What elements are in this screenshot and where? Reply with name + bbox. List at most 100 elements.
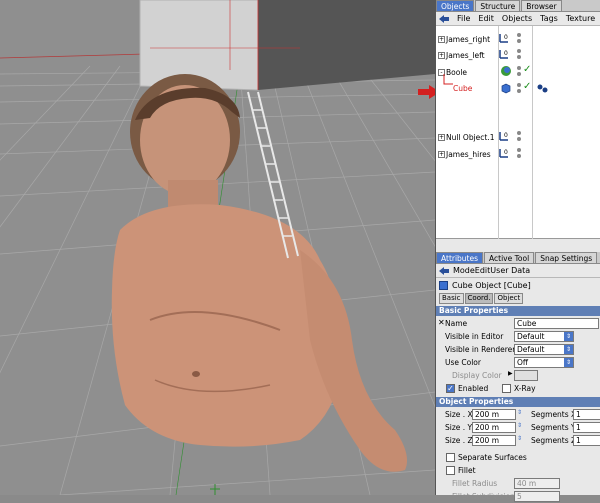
select-value: Default bbox=[517, 345, 545, 354]
axis-null-icon[interactable]: 0 bbox=[498, 32, 510, 44]
visibility-dots[interactable] bbox=[517, 131, 521, 143]
expand-toggle[interactable]: + bbox=[438, 133, 445, 141]
use-color-select[interactable]: Off ⇕ bbox=[514, 357, 574, 368]
stepper-icon[interactable]: ⇕ bbox=[517, 409, 522, 416]
fillet-subdivision-field[interactable]: 5 bbox=[514, 491, 560, 502]
cube-icon[interactable] bbox=[500, 82, 512, 94]
menu-edit[interactable]: Edit bbox=[475, 266, 491, 275]
viewport-3d[interactable] bbox=[0, 0, 435, 495]
fillet-subdivision-row: Fillet Subdivision 5 bbox=[436, 490, 600, 503]
fillet-row: Fillet bbox=[436, 464, 600, 477]
basic-properties-header: Basic Properties bbox=[436, 306, 600, 316]
size-y-field[interactable]: 200 m bbox=[472, 422, 516, 433]
size-y-label: Size . Y bbox=[445, 423, 473, 432]
size-z-row: Size . Z 200 m ⇕ Segments Z 1 bbox=[436, 434, 600, 447]
app-window: Objects Structure Browser File Edit Obje… bbox=[0, 0, 600, 502]
menu-file[interactable]: File bbox=[453, 12, 474, 26]
menu-tags[interactable]: Tags bbox=[536, 12, 562, 26]
object-list[interactable]: + James_right 0 + James_left 0 - Boole ✓ bbox=[436, 26, 600, 239]
attribute-subtabs: Basic Coord. Object bbox=[436, 293, 600, 304]
xray-label: X-Ray bbox=[514, 384, 536, 393]
tab-objects[interactable]: Objects bbox=[436, 0, 475, 11]
use-color-row: Use Color Off ⇕ bbox=[436, 356, 600, 369]
axis-null-icon[interactable]: 0 bbox=[498, 147, 510, 159]
object-name: Cube bbox=[453, 83, 473, 93]
pointer-hand-icon[interactable] bbox=[438, 266, 450, 276]
visible-in-renderer-select[interactable]: Default ⇕ bbox=[514, 344, 574, 355]
attributes-menubar: Mode Edit User Data bbox=[436, 264, 600, 278]
visibility-dots[interactable] bbox=[517, 49, 521, 61]
expand-toggle[interactable]: + bbox=[438, 35, 445, 43]
boole-icon[interactable] bbox=[500, 65, 512, 77]
objects-menubar: File Edit Objects Tags Texture bbox=[436, 12, 600, 26]
segments-y-label: Segments Y bbox=[531, 423, 576, 432]
segments-x-label: Segments X bbox=[531, 410, 577, 419]
phong-tag-icon[interactable] bbox=[536, 82, 548, 94]
enabled-checkbox[interactable]: ✓ bbox=[446, 384, 455, 393]
size-z-label: Size . Z bbox=[445, 436, 473, 445]
tab-structure[interactable]: Structure bbox=[475, 0, 521, 11]
select-arrow-icon: ⇕ bbox=[564, 332, 573, 341]
attributes-tabbar: Attributes Active Tool Snap Settings bbox=[436, 252, 600, 264]
segments-z-field[interactable]: 1 bbox=[573, 435, 600, 446]
object-name: James_left bbox=[446, 50, 485, 60]
segments-x-field[interactable]: 1 bbox=[573, 409, 600, 420]
tab-snap-settings[interactable]: Snap Settings bbox=[535, 252, 598, 263]
enabled-label: Enabled bbox=[458, 384, 489, 393]
segments-z-label: Segments Z bbox=[531, 436, 577, 445]
visibility-dots[interactable] bbox=[517, 148, 521, 160]
subtab-object[interactable]: Object bbox=[494, 293, 524, 304]
visible-in-editor-select[interactable]: Default ⇕ bbox=[514, 331, 574, 342]
size-x-field[interactable]: 200 m bbox=[472, 409, 516, 420]
expand-toggle[interactable]: + bbox=[438, 150, 445, 158]
visibility-dots[interactable] bbox=[517, 33, 521, 45]
menu-mode[interactable]: Mode bbox=[453, 266, 475, 275]
name-label: Name bbox=[445, 319, 468, 328]
object-title-text: Cube Object [Cube] bbox=[452, 281, 531, 290]
separate-surfaces-checkbox[interactable] bbox=[446, 453, 455, 462]
menu-objects[interactable]: Objects bbox=[498, 12, 536, 26]
tab-browser[interactable]: Browser bbox=[521, 0, 562, 11]
visibility-dots[interactable] bbox=[517, 83, 521, 95]
expand-arrow-icon[interactable]: ▶ bbox=[508, 370, 513, 377]
object-name: James_hires bbox=[446, 149, 491, 159]
subtab-basic[interactable]: Basic bbox=[439, 293, 464, 304]
xray-checkbox[interactable] bbox=[502, 384, 511, 393]
separate-surfaces-label: Separate Surfaces bbox=[458, 453, 527, 462]
display-color-row: Display Color ▶ bbox=[436, 369, 600, 382]
stepper-icon[interactable]: ⇕ bbox=[517, 422, 522, 429]
enabled-check-icon[interactable]: ✓ bbox=[523, 64, 531, 75]
menu-user-data[interactable]: User Data bbox=[490, 266, 530, 275]
size-z-field[interactable]: 200 m bbox=[472, 435, 516, 446]
tab-attributes[interactable]: Attributes bbox=[436, 252, 484, 263]
expand-toggle[interactable]: + bbox=[438, 51, 445, 59]
axis-null-icon[interactable]: 0 bbox=[498, 130, 510, 142]
pointer-hand-icon[interactable] bbox=[438, 14, 450, 24]
size-x-row: Size . X 200 m ⇕ Segments X 1 bbox=[436, 408, 600, 421]
visibility-dots[interactable] bbox=[517, 66, 521, 78]
axis-null-icon[interactable]: 0 bbox=[498, 48, 510, 60]
close-icon[interactable]: ✕ bbox=[438, 318, 445, 327]
stepper-icon[interactable]: ⇕ bbox=[517, 435, 522, 442]
fillet-checkbox[interactable] bbox=[446, 466, 455, 475]
visible-in-renderer-row: Visible in Renderer Default ⇕ bbox=[436, 343, 600, 356]
fillet-radius-field[interactable]: 40 m bbox=[514, 478, 560, 489]
select-arrow-icon: ⇕ bbox=[564, 345, 573, 354]
display-color-label: Display Color bbox=[452, 371, 502, 380]
name-row: ✕ Name Cube bbox=[436, 317, 600, 330]
display-color-swatch[interactable] bbox=[514, 370, 538, 381]
segments-y-field[interactable]: 1 bbox=[573, 422, 600, 433]
viewport-scene bbox=[0, 0, 435, 495]
menu-texture[interactable]: Texture bbox=[562, 12, 599, 26]
subtab-coord[interactable]: Coord. bbox=[464, 293, 494, 304]
name-field[interactable]: Cube bbox=[514, 318, 599, 329]
enabled-check-icon[interactable]: ✓ bbox=[523, 81, 531, 92]
object-properties-header: Object Properties bbox=[436, 397, 600, 407]
tab-active-tool[interactable]: Active Tool bbox=[484, 252, 535, 263]
select-arrow-icon: ⇕ bbox=[564, 358, 573, 367]
menu-edit[interactable]: Edit bbox=[474, 12, 498, 26]
visible-in-editor-label: Visible in Editor bbox=[445, 332, 504, 341]
object-name: James_right bbox=[446, 34, 491, 44]
svg-text:0: 0 bbox=[504, 50, 508, 57]
use-color-label: Use Color bbox=[445, 358, 481, 367]
